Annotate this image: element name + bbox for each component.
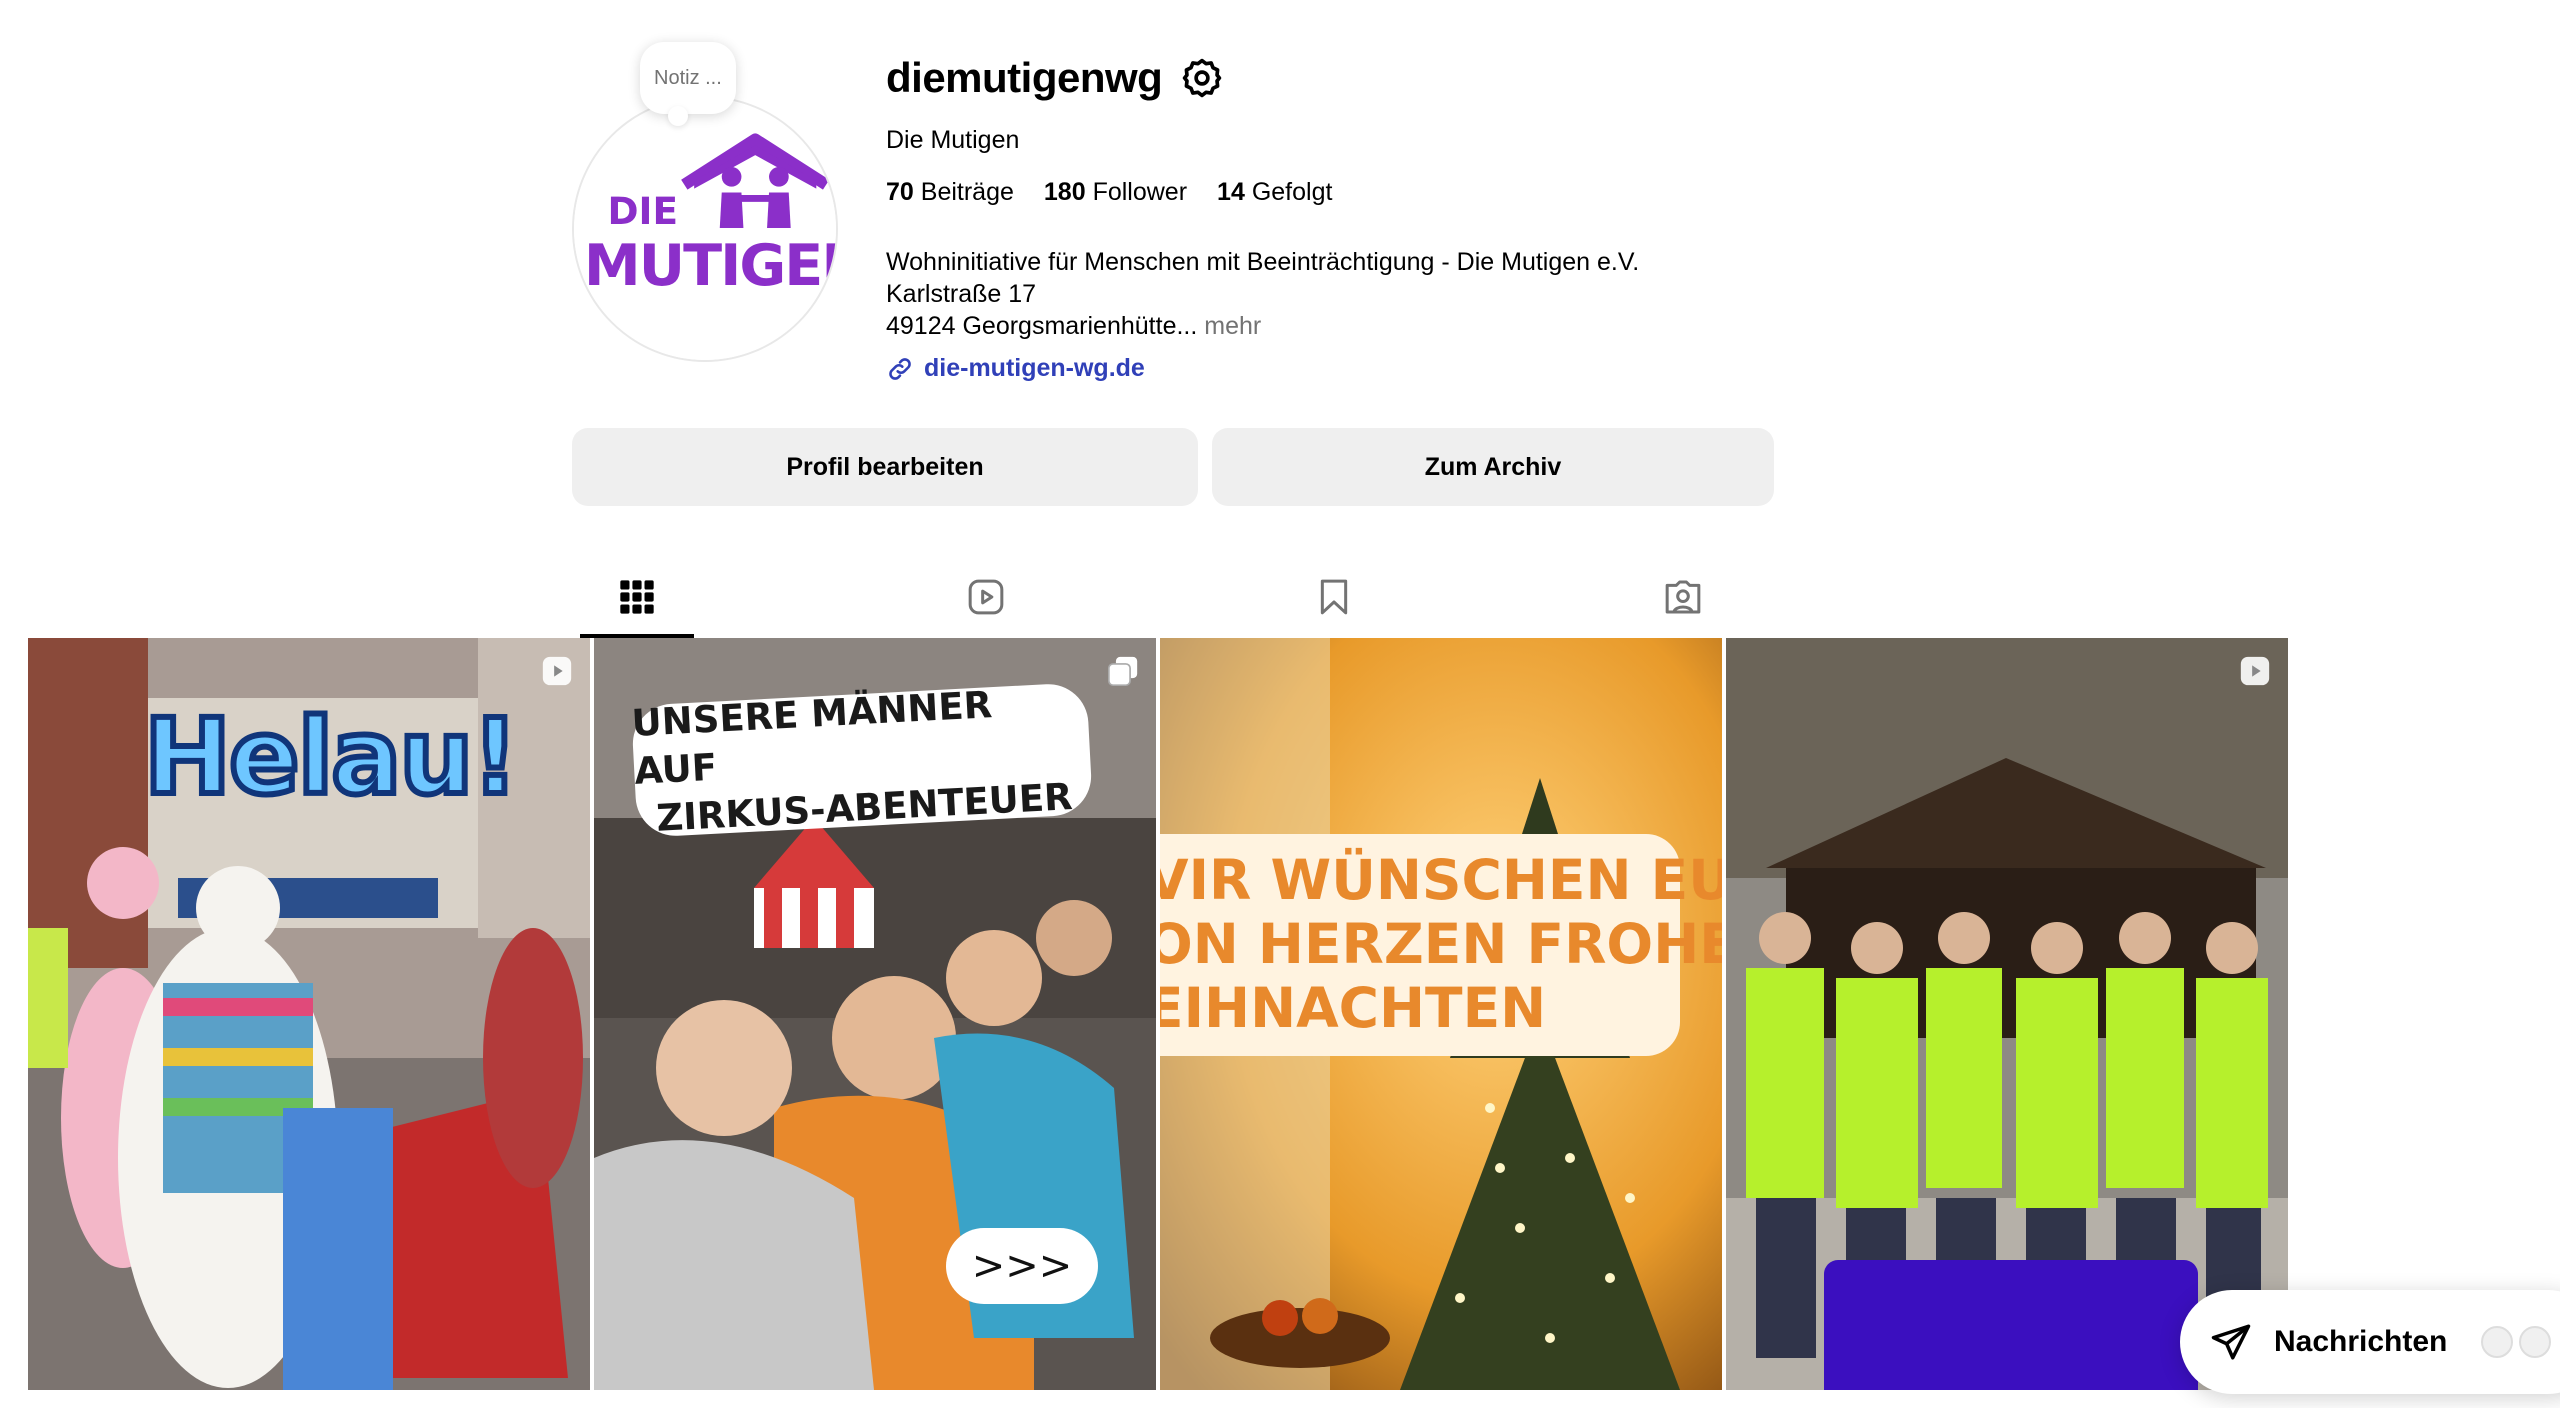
direct-message-send-icon xyxy=(2211,1324,2251,1360)
link-icon xyxy=(889,357,911,380)
post-tile-4[interactable] xyxy=(1726,638,2288,1390)
note-bubble[interactable]: Notiz ... xyxy=(640,42,736,126)
username: diemutigenwg xyxy=(886,54,1163,101)
posts-count: 70 xyxy=(886,178,914,206)
messages-label: Nachrichten xyxy=(2274,1325,2448,1358)
website-link[interactable]: die-mutigen-wg.de xyxy=(886,354,1145,383)
website-link-text: die-mutigen-wg.de xyxy=(924,354,1145,382)
post-3-line-2: ON HERZEN FROHE xyxy=(1160,912,1722,976)
bio: Wohninitiative für Menschen mit Beeinträ… xyxy=(886,246,1639,342)
post-3-line-1: VIR WÜNSCHEN EUCH xyxy=(1160,848,1722,912)
bio-line-1: Wohninitiative für Menschen mit Beeinträ… xyxy=(886,248,1640,276)
post-tile-1[interactable]: Helau! xyxy=(28,638,590,1390)
post-tile-3[interactable]: VIR WÜNSCHEN EUCH ON HERZEN FROHE EIHNAC… xyxy=(1160,638,1722,1390)
post-grid: Helau! UNSERE MÄNNER AUF ZIRKUS-ABENTEUE… xyxy=(28,638,2290,1390)
message-avatar xyxy=(2481,1326,2514,1358)
saved-bookmark-icon xyxy=(1320,579,1348,615)
reel-badge-icon xyxy=(2238,654,2272,688)
posts-label: Beiträge xyxy=(920,178,1014,206)
followers-label: Follower xyxy=(1092,178,1188,206)
followers-stat[interactable]: 180 Follower xyxy=(1044,178,1187,207)
tagged-person-icon xyxy=(1665,580,1701,614)
message-avatar xyxy=(2519,1326,2552,1358)
followers-count: 180 xyxy=(1043,178,1086,206)
die-mutigen-logo: DIE MUTIGEN xyxy=(574,98,836,360)
post-2-overlay-caption: UNSERE MÄNNER AUF ZIRKUS-ABENTEUER xyxy=(631,682,1094,840)
logo-text-top: DIE xyxy=(607,189,678,233)
message-avatars xyxy=(2481,1326,2552,1358)
profile-avatar[interactable]: DIE MUTIGEN xyxy=(572,96,838,362)
post-3-overlay-text: VIR WÜNSCHEN EUCH ON HERZEN FROHE EIHNAC… xyxy=(1160,848,1722,1040)
tab-posts[interactable] xyxy=(601,566,673,628)
grid-icon xyxy=(620,580,654,614)
post-4-purple-banner xyxy=(1824,1260,2198,1390)
following-label: Gefolgt xyxy=(1251,178,1333,206)
note-text: Notiz ... xyxy=(654,66,722,89)
carousel-badge-icon xyxy=(1106,654,1140,688)
edit-profile-button[interactable]: Profil bearbeiten xyxy=(572,428,1198,506)
post-3-line-3: EIHNACHTEN xyxy=(1160,976,1547,1040)
tab-tagged[interactable] xyxy=(1647,566,1719,628)
posts-stat[interactable]: 70 Beiträge xyxy=(886,178,1014,207)
archive-button[interactable]: Zum Archiv xyxy=(1212,428,1774,506)
username-row: diemutigenwg xyxy=(886,54,1224,102)
reel-badge-icon xyxy=(540,654,574,688)
following-count: 14 xyxy=(1217,178,1245,206)
logo-text-bottom: MUTIGEN xyxy=(584,233,836,299)
bio-line-3: 49124 Georgsmarienhütte... xyxy=(886,312,1198,340)
settings-gear-icon[interactable] xyxy=(1180,56,1224,100)
post-tile-2[interactable]: UNSERE MÄNNER AUF ZIRKUS-ABENTEUER >>> xyxy=(594,638,1156,1390)
tab-saved[interactable] xyxy=(1298,566,1370,628)
tab-reels[interactable] xyxy=(950,566,1022,628)
bio-more-link[interactable]: mehr xyxy=(1204,312,1261,340)
post-2-arrow-label: >>> xyxy=(946,1228,1098,1304)
reels-icon xyxy=(968,579,1004,615)
bio-line-2: Karlstraße 17 xyxy=(886,280,1037,308)
messages-button[interactable]: Nachrichten xyxy=(2180,1290,2560,1394)
post-1-overlay-text: Helau! xyxy=(141,693,522,821)
full-name: Die Mutigen xyxy=(886,126,1020,154)
profile-stats: 70 Beiträge 180 Follower 14 Gefolgt xyxy=(886,178,1332,207)
following-stat[interactable]: 14 Gefolgt xyxy=(1217,178,1332,207)
